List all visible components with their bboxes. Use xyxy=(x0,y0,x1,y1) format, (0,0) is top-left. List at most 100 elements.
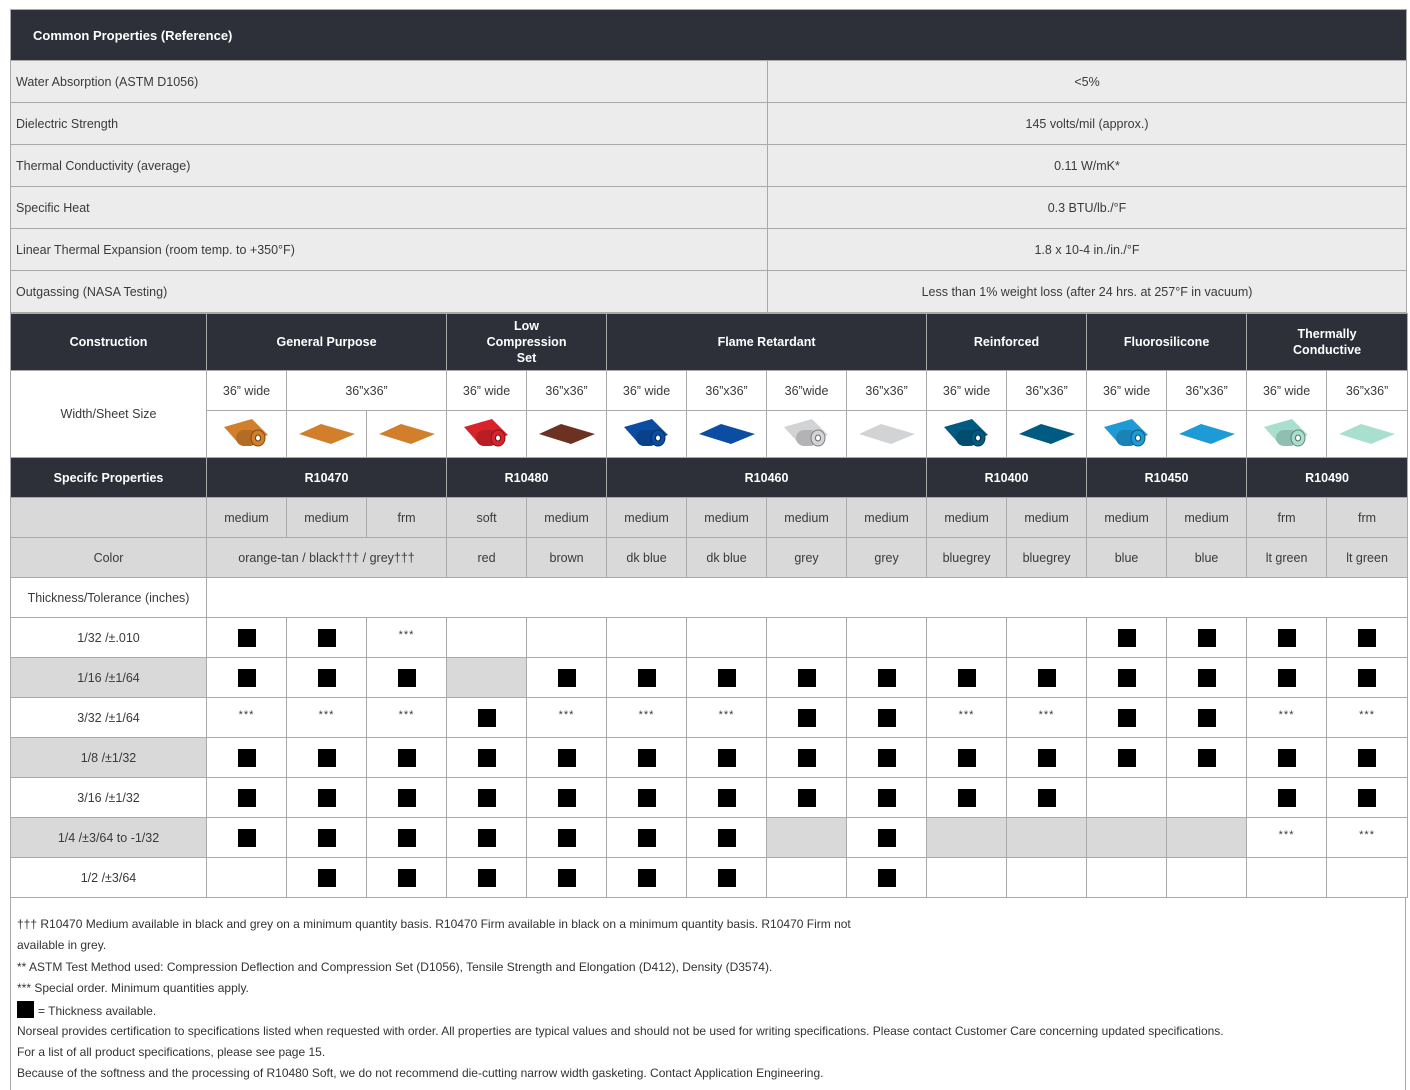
thickness-row: 1/2 /±3/64 xyxy=(10,857,1409,898)
size-cell: 36”x36” xyxy=(285,370,448,411)
specific-properties-label: Specifc Properties xyxy=(10,457,207,498)
color-row: Color orange-tan / black††† / grey††† red b… xyxy=(10,537,1409,578)
thickness-cell xyxy=(1246,657,1328,698)
thickness-available-icon xyxy=(1117,748,1136,767)
thickness-cell xyxy=(1166,817,1248,858)
material-roll-icon xyxy=(1263,419,1308,447)
firmness-cell: medium xyxy=(1006,497,1088,538)
thickness-cell: *** xyxy=(206,697,287,738)
thickness-cell xyxy=(446,857,528,898)
size-cell: 36”x36” xyxy=(1166,370,1248,411)
thickness-cell xyxy=(526,657,608,698)
thickness-cell xyxy=(926,777,1008,818)
color-cell: dk blue xyxy=(686,537,768,578)
firmness-label-empty xyxy=(10,497,207,538)
thickness-available-icon xyxy=(797,788,816,807)
thickness-available-icon xyxy=(1358,668,1377,687)
thickness-cell xyxy=(846,617,928,658)
thickness-available-icon xyxy=(637,668,656,687)
thickness-cell xyxy=(206,657,287,698)
group-label: Flame Retardant xyxy=(717,335,816,349)
thickness-cell xyxy=(365,777,448,818)
thickness-available-icon xyxy=(877,828,896,847)
thickness-cell xyxy=(1326,857,1409,898)
thickness-cell: *** xyxy=(606,697,688,738)
thickness-cell: *** xyxy=(1246,817,1328,858)
thickness-available-icon xyxy=(1037,788,1056,807)
thickness-cell xyxy=(1006,617,1088,658)
construction-group: Low Compression Set xyxy=(446,313,608,371)
common-properties-table: Common Properties (Reference) Water Abso… xyxy=(9,9,1408,313)
special-order-mark: *** xyxy=(718,708,735,721)
thickness-cell xyxy=(446,617,528,658)
color-label: Color xyxy=(10,537,207,578)
construction-header-row: Construction General Purpose Low Compressi… xyxy=(10,313,1409,371)
thickness-cell xyxy=(206,817,287,858)
part-number: R10450 xyxy=(1086,457,1248,498)
thickness-cell xyxy=(686,777,768,818)
thickness-cell xyxy=(926,657,1008,698)
thickness-available-icon xyxy=(1358,788,1377,807)
swatch-cell xyxy=(1246,410,1328,458)
thickness-available-icon xyxy=(1277,748,1296,767)
thickness-cell xyxy=(526,737,608,778)
thickness-available-icon xyxy=(1117,628,1136,647)
material-roll-icon xyxy=(1103,419,1148,447)
footnote-softness: Because of the softness and the processi… xyxy=(17,1066,824,1080)
material-roll-icon xyxy=(463,419,508,447)
thickness-available-icon xyxy=(557,788,576,807)
thickness-available-icon xyxy=(317,788,336,807)
material-sheet-icon xyxy=(378,424,435,444)
construction-group: General Purpose xyxy=(205,313,448,371)
special-order-mark: *** xyxy=(638,708,655,721)
swatch-cell xyxy=(766,410,848,458)
thickness-cell: *** xyxy=(365,617,448,658)
thickness-cell xyxy=(206,617,287,658)
thickness-cell xyxy=(526,857,608,898)
size-cell: 36” wide xyxy=(206,370,287,411)
color-cell: dk blue xyxy=(606,537,688,578)
thickness-cell: *** xyxy=(365,697,448,738)
thickness-cell xyxy=(526,777,608,818)
thickness-available-icon xyxy=(797,668,816,687)
thickness-available-icon xyxy=(477,788,496,807)
color-cell: bluegrey xyxy=(1006,537,1088,578)
firmness-row: medium medium frm soft medium medium medium med… xyxy=(10,497,1409,538)
special-order-mark: *** xyxy=(1278,708,1295,721)
firmness-cell: medium xyxy=(286,497,367,538)
width-size-label: Width/Sheet Size xyxy=(10,370,207,458)
swatch-cell xyxy=(526,410,608,458)
thickness-available-icon xyxy=(877,668,896,687)
special-order-mark: *** xyxy=(1278,828,1295,841)
thickness-cell xyxy=(846,737,928,778)
part-number: R10460 xyxy=(606,457,928,498)
thickness-available-icon xyxy=(1277,788,1296,807)
special-order-mark: *** xyxy=(1359,828,1375,841)
special-order-mark: *** xyxy=(398,708,415,721)
thickness-available-icon xyxy=(957,788,976,807)
thickness-available-icon xyxy=(637,748,656,767)
construction-table: Construction General Purpose Low Compressi… xyxy=(10,313,1410,898)
firmness-cell: frm xyxy=(1246,497,1328,538)
thickness-available-icon xyxy=(317,748,336,767)
swatch-cell xyxy=(206,410,287,458)
thickness-cell xyxy=(1086,697,1168,738)
property-value: <5% xyxy=(766,60,1408,103)
property-value: Less than 1% weight loss (after 24 hrs. … xyxy=(766,270,1408,313)
thickness-available-icon xyxy=(877,788,896,807)
firmness-cell: medium xyxy=(606,497,688,538)
swatch-cell xyxy=(365,410,448,458)
swatch-cell xyxy=(1006,410,1088,458)
thickness-available-icon xyxy=(17,1001,34,1018)
swatch-cell xyxy=(446,410,528,458)
thickness-row: 3/16 /±1/32 xyxy=(10,777,1409,818)
thickness-cell xyxy=(606,617,688,658)
thickness-cell xyxy=(1246,777,1328,818)
thickness-available-icon xyxy=(1037,748,1056,767)
thickness-available-icon xyxy=(717,788,736,807)
firmness-cell: frm xyxy=(1326,497,1409,538)
special-order-mark: *** xyxy=(958,708,975,721)
thickness-cell xyxy=(446,657,528,698)
swatch-cell xyxy=(846,410,928,458)
construction-group: Flame Retardant xyxy=(606,313,928,371)
